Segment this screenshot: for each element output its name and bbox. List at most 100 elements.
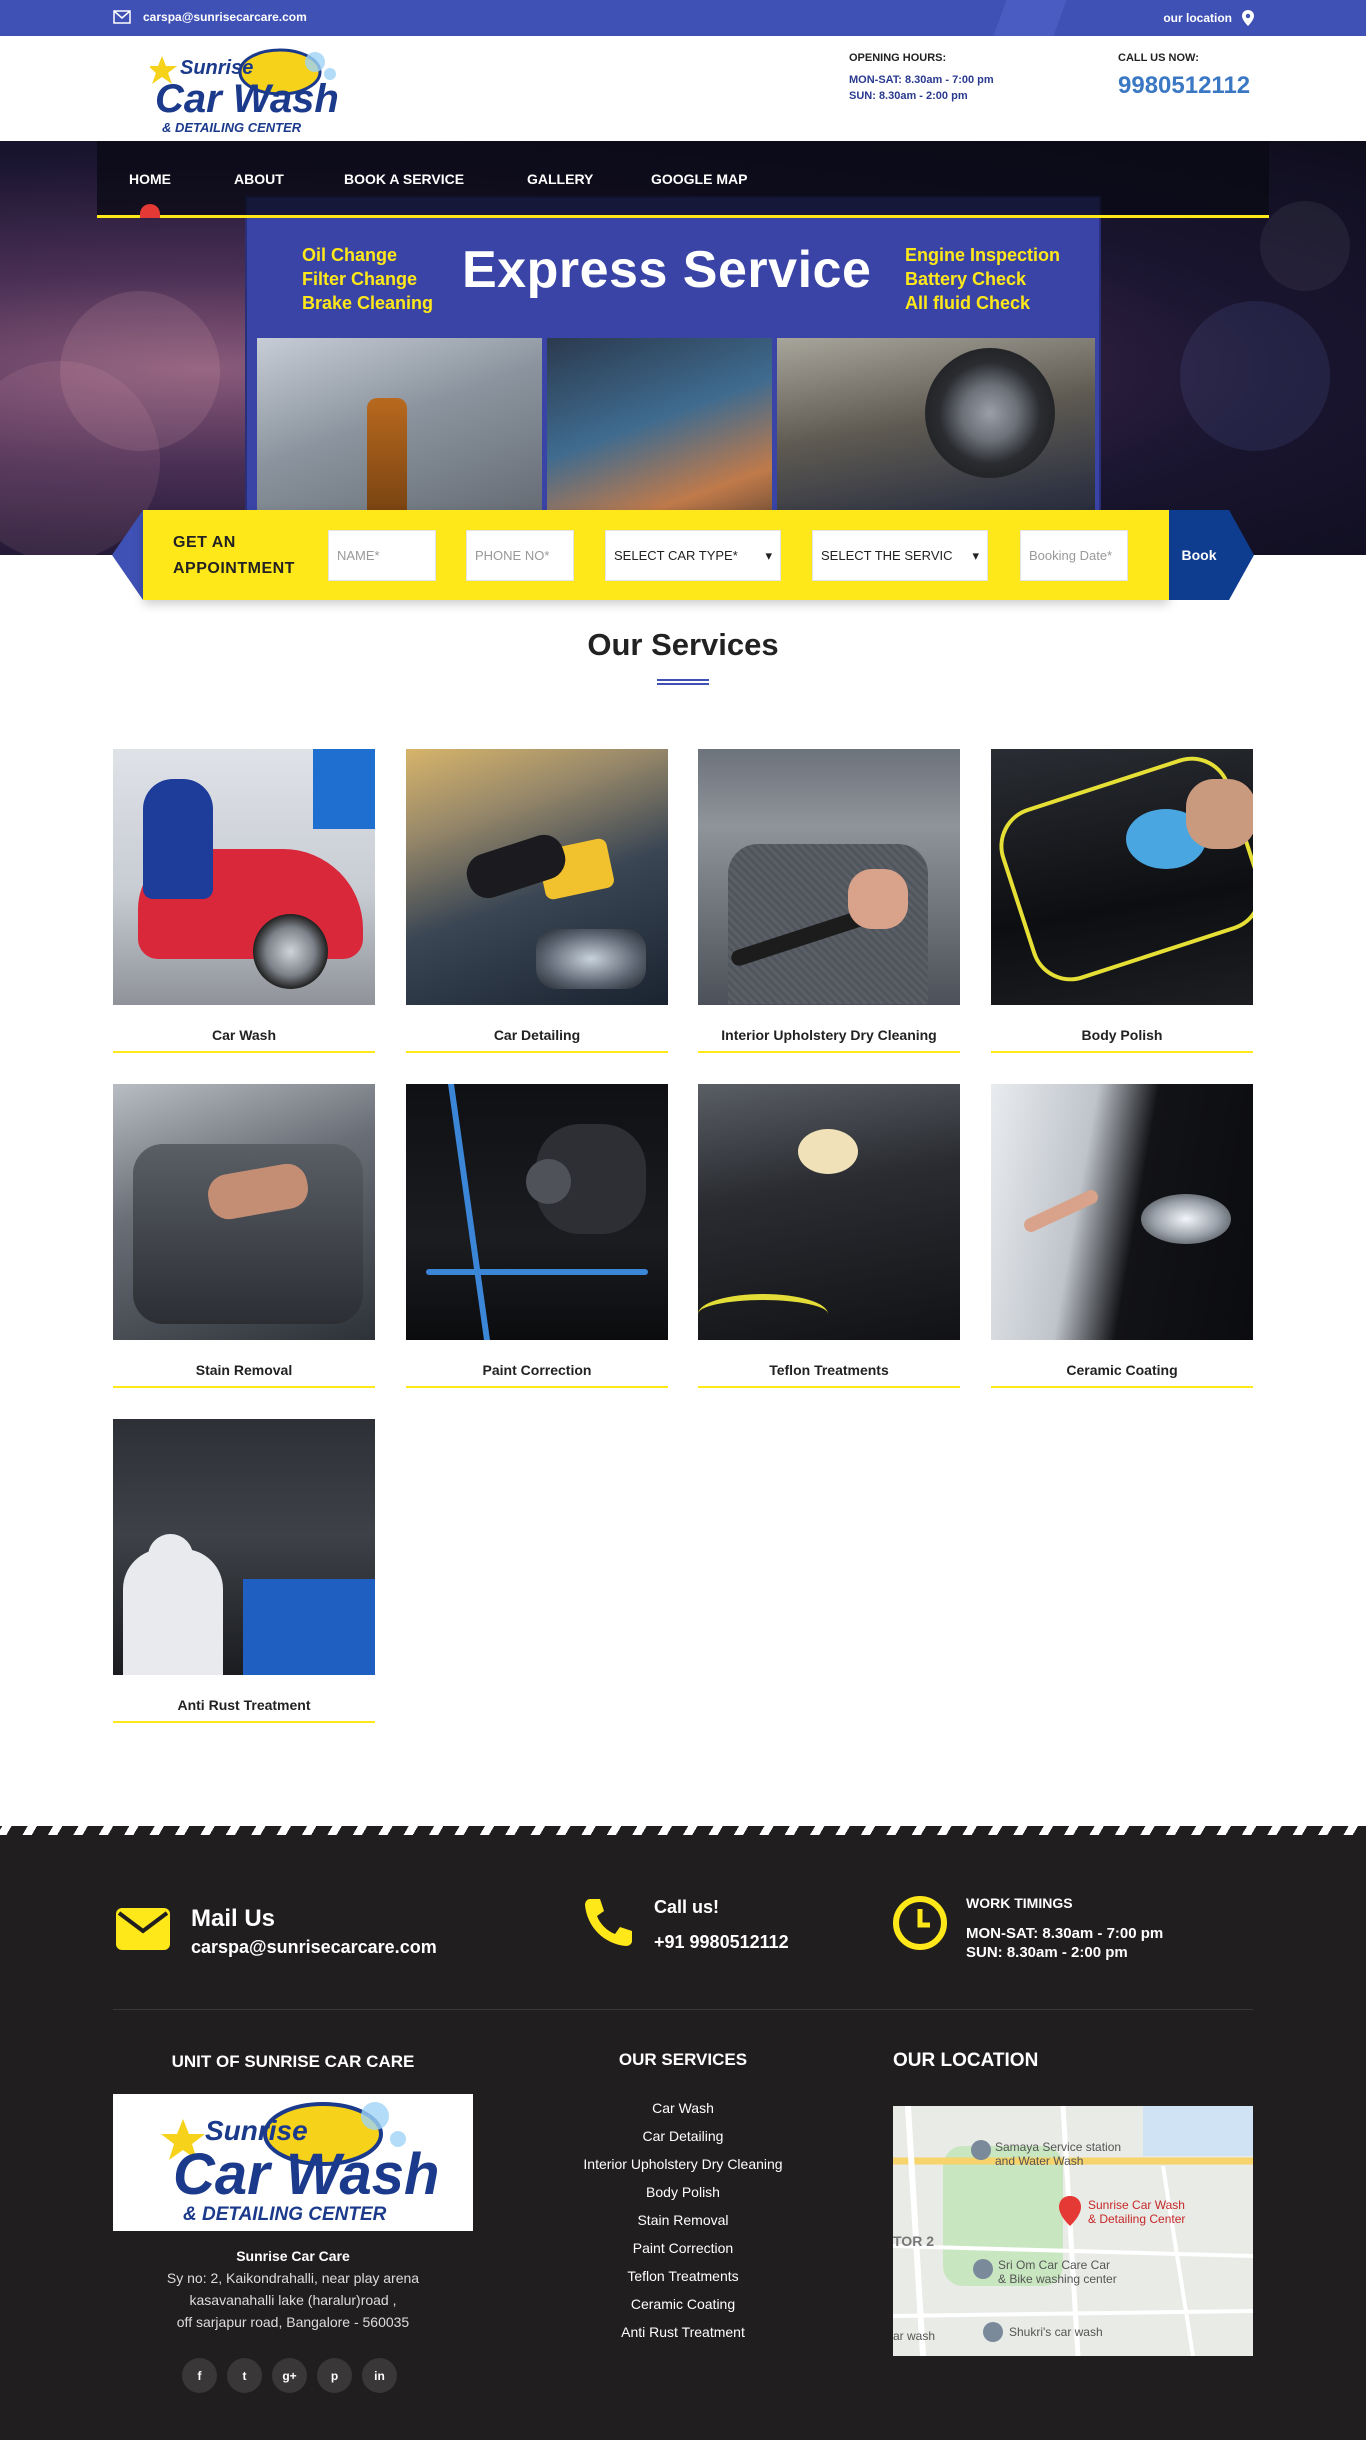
book-button[interactable]: Book (1169, 510, 1229, 600)
map-pin-icon (1242, 10, 1254, 26)
site-logo[interactable]: Sunrise Car Wash & DETAILING CENTER (150, 44, 345, 139)
booking-date-input[interactable]: Booking Date* (1020, 530, 1128, 581)
footer-call-block: Call us! +91 9980512112 (582, 1895, 789, 1953)
footer-service-link[interactable]: Car Wash (560, 2094, 806, 2122)
service-image-body-polish (991, 749, 1253, 1005)
service-value: SELECT THE SERVIC (821, 548, 953, 563)
logo-text-sunrise: Sunrise (180, 57, 253, 79)
footer-service-link[interactable]: Paint Correction (560, 2234, 806, 2262)
name-input[interactable]: NAME* (328, 530, 436, 581)
top-location-label: our location (1163, 11, 1232, 25)
service-card[interactable]: Body Polish (991, 749, 1253, 1053)
banner-item: Filter Change (302, 269, 418, 289)
book-button-arrow (1229, 510, 1254, 600)
svg-text:Sri Om Car Care Car & Bi: Sri Om Car Care Car & Bike washing cente… (998, 2258, 1117, 2286)
service-card[interactable]: Car Detailing (406, 749, 668, 1053)
service-image-car-wash (113, 749, 375, 1005)
header: Sunrise Car Wash & DETAILING CENTER OPEN… (0, 36, 1366, 141)
twitter-icon[interactable]: t (227, 2358, 262, 2393)
appointment-label: GET AN APPOINTMENT (173, 530, 295, 582)
nav-home[interactable]: HOME (129, 171, 171, 187)
footer-mail-value[interactable]: carspa@sunrisecarcare.com (191, 1937, 437, 1958)
service-card[interactable]: Teflon Treatments (698, 1084, 960, 1388)
footer-unit-title: UNIT OF SUNRISE CAR CARE (171, 2052, 415, 2071)
footer-address-name: Sunrise Car Care (236, 2248, 350, 2264)
banner-item: Oil Change (302, 245, 398, 265)
service-select[interactable]: SELECT THE SERVIC ▾ (812, 530, 988, 581)
footer-mail-block: Mail Us carspa@sunrisecarcare.com (113, 1905, 437, 1958)
service-card[interactable]: Stain Removal (113, 1084, 375, 1388)
google-plus-icon[interactable]: g+ (272, 2358, 307, 2393)
envelope-icon (116, 1908, 170, 1950)
services-title-underline (657, 679, 709, 685)
top-email-link[interactable]: carspa@sunrisecarcare.com (113, 10, 307, 24)
map-label-shukri: Shukri's car wash (1009, 2325, 1103, 2339)
svg-text:Sunrise Car Wash & Detai: Sunrise Car Wash & Detailing Center (1088, 2198, 1188, 2226)
footer-mail-title: Mail Us (191, 1905, 276, 1932)
footer-work-block: WORK TIMINGS MON-SAT: 8.30am - 7:00 pm S… (892, 1895, 1163, 1961)
footer-divider (113, 2009, 1253, 2010)
top-bar: carspa@sunrisecarcare.com our location (0, 0, 1366, 36)
service-card[interactable]: Anti Rust Treatment (113, 1419, 375, 1723)
envelope-icon (113, 10, 131, 24)
banner-right-list: Engine Inspection Battery Check All flui… (905, 243, 1060, 315)
appointment-label-line2: APPOINTMENT (173, 560, 295, 577)
car-type-select[interactable]: SELECT CAR TYPE* ▾ (605, 530, 781, 581)
map-label-samaya: Samaya Service station (995, 2140, 1121, 2154)
footer-logo[interactable]: Sunrise Car Wash & DETAILING CENTER (113, 2094, 473, 2231)
opening-hours-weekday: MON-SAT: 8.30am - 7:00 pm (849, 74, 994, 86)
nav-about[interactable]: ABOUT (234, 171, 284, 187)
footer-services-title: OUR SERVICES (618, 2050, 748, 2069)
call-us-number[interactable]: 9980512112 (1118, 72, 1250, 100)
nav-book-a-service[interactable]: BOOK A SERVICE (344, 171, 464, 187)
hero-section: Oil Change Filter Change Brake Cleaning … (0, 141, 1366, 555)
service-card[interactable]: Interior Upholstery Dry Cleaning (698, 749, 960, 1053)
service-image-teflon (698, 1084, 960, 1340)
location-map[interactable]: Samaya Service station and Water Wash Su… (893, 2106, 1253, 2356)
nav-gallery[interactable]: GALLERY (527, 171, 593, 187)
map-label-sector: TOR 2 (893, 2233, 934, 2249)
map-label-sri-om: Sri Om Car Care Car (998, 2258, 1110, 2272)
footer-service-link[interactable]: Stain Removal (560, 2206, 806, 2234)
phone-input[interactable]: PHONE NO* (466, 530, 574, 581)
clock-icon (893, 1896, 947, 1950)
footer-service-link[interactable]: Interior Upholstery Dry Cleaning (560, 2150, 806, 2178)
service-card[interactable]: Car Wash (113, 749, 375, 1053)
footer-service-link[interactable]: Teflon Treatments (560, 2262, 806, 2290)
service-image-paint-correction (406, 1084, 668, 1340)
car-type-value: SELECT CAR TYPE* (614, 548, 738, 563)
footer-service-link[interactable]: Ceramic Coating (560, 2290, 806, 2318)
service-label: Teflon Treatments (698, 1362, 960, 1388)
service-image-stain-removal (113, 1084, 375, 1340)
chevron-down-icon: ▾ (972, 547, 979, 563)
tire (925, 348, 1055, 478)
service-label: Car Detailing (406, 1027, 668, 1053)
facebook-icon[interactable]: f (182, 2358, 217, 2393)
footer-logo-graphic: Sunrise Car Wash & DETAILING CENTER (161, 2102, 439, 2225)
footer-service-link[interactable]: Body Polish (560, 2178, 806, 2206)
appointment-arrow-left (112, 510, 143, 600)
pinterest-icon[interactable]: p (317, 2358, 352, 2393)
service-image-car-detailing (406, 749, 668, 1005)
banner-title: Express Service (462, 241, 872, 299)
phone-icon (585, 1899, 632, 1946)
service-card[interactable]: Ceramic Coating (991, 1084, 1253, 1388)
top-location-link[interactable]: our location (1163, 10, 1254, 26)
nav-google-map[interactable]: GOOGLE MAP (651, 171, 747, 187)
map-label-sunrise: Sunrise Car Wash (1088, 2198, 1185, 2212)
footer-work-weekday: MON-SAT: 8.30am - 7:00 pm (966, 1925, 1164, 1942)
footer-location-title: OUR LOCATION (893, 2050, 1039, 2071)
footer-service-link[interactable]: Anti Rust Treatment (560, 2318, 806, 2346)
footer-call-value[interactable]: +91 9980512112 (654, 1932, 789, 1953)
service-label: Anti Rust Treatment (113, 1697, 375, 1723)
banner-item: Engine Inspection (905, 245, 1061, 265)
footer-service-link[interactable]: Car Detailing (560, 2122, 806, 2150)
service-image-ceramic (991, 1084, 1253, 1340)
service-image-interior-cleaning (698, 749, 960, 1005)
linkedin-icon[interactable]: in (362, 2358, 397, 2393)
service-card[interactable]: Paint Correction (406, 1084, 668, 1388)
service-image-anti-rust (113, 1419, 375, 1675)
map-label-ar-wash: ar wash (893, 2329, 935, 2343)
service-label: Stain Removal (113, 1362, 375, 1388)
opening-hours: OPENING HOURS: MON-SAT: 8.30am - 7:00 pm… (849, 52, 994, 106)
